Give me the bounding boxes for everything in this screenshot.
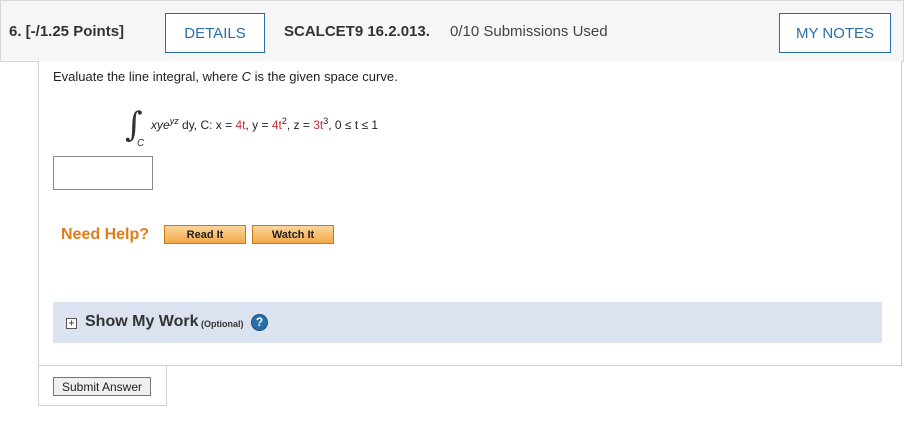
details-button[interactable]: DETAILS — [165, 13, 265, 53]
integrand: xye — [151, 118, 170, 132]
x-value: 4t — [235, 118, 246, 132]
question-circle-icon[interactable]: ? — [251, 314, 268, 331]
plus-box-icon[interactable]: + — [66, 318, 77, 329]
submit-answer-button[interactable]: Submit Answer — [53, 377, 151, 396]
prompt-text: Evaluate the line integral, where — [53, 69, 242, 84]
answer-input[interactable] — [53, 156, 153, 190]
integrand-exponent: yz — [169, 116, 179, 126]
optional-label: (Optional) — [201, 319, 244, 329]
integral-body: xyeyz dy, C: x = 4t, y = 4t2, z = 3t3, 0… — [151, 116, 378, 132]
prompt-variable: C — [241, 69, 252, 84]
watch-it-button[interactable]: Watch It — [252, 225, 334, 244]
show-my-work-title[interactable]: Show My Work — [85, 313, 199, 331]
parameter-range: , 0 ≤ t ≤ 1 — [328, 118, 379, 132]
y-value: 4t — [271, 118, 282, 132]
differential: dy, C: x = — [178, 118, 236, 132]
z-label: , z = — [286, 118, 314, 132]
line-integral-expression: ∫ C xyeyz dy, C: x = 4t, y = 4t2, z = 3t… — [125, 106, 545, 150]
problem-code: SCALCET9 16.2.013. — [284, 23, 430, 40]
need-help-label: Need Help? — [61, 226, 150, 243]
integral-subscript: C — [137, 138, 145, 149]
read-it-button[interactable]: Read It — [164, 225, 246, 244]
question-number: 6. [-/1.25 Points] — [9, 23, 125, 40]
question-prompt: Evaluate the line integral, where C is t… — [53, 69, 398, 84]
y-label: , y = — [245, 118, 272, 132]
show-my-work-bar[interactable]: + Show My Work (Optional) ? — [53, 302, 882, 343]
z-value: 3t — [313, 118, 324, 132]
prompt-text-end: is the given space curve. — [251, 69, 398, 84]
my-notes-button[interactable]: MY NOTES — [779, 13, 891, 53]
submissions-count: 0/10 Submissions Used — [450, 23, 608, 40]
question-header: 6. [-/1.25 Points] DETAILS SCALCET9 16.2… — [0, 0, 904, 62]
